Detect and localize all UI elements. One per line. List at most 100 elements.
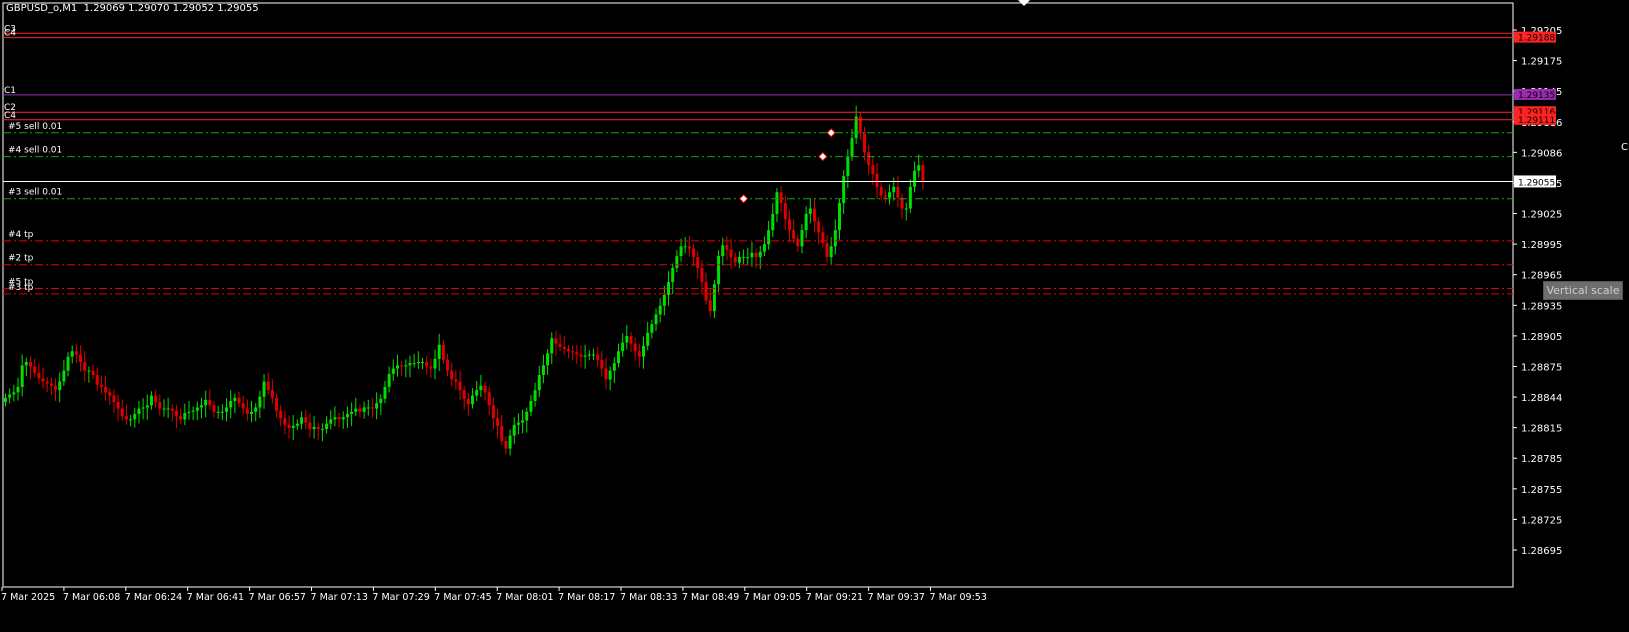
entry-marker-icon[interactable]	[738, 194, 749, 204]
candle-body	[129, 419, 133, 421]
candle-body	[667, 282, 671, 295]
candle-body	[375, 403, 379, 409]
time-tick-label: 7 Mar 06:24	[125, 592, 182, 603]
level-price-tag-label: 1.29135	[1518, 91, 1555, 101]
candle-body	[679, 246, 683, 257]
candle-body	[721, 245, 725, 257]
candle-body	[833, 230, 837, 247]
candle-body	[683, 246, 687, 248]
entry-marker-icon[interactable]	[818, 151, 828, 162]
candle-body	[229, 400, 233, 408]
candle-body	[162, 408, 166, 410]
candle-body	[608, 370, 612, 380]
candle-body	[762, 244, 766, 252]
candle-body	[758, 251, 762, 258]
candle-body	[796, 238, 800, 247]
candle-body	[529, 400, 533, 412]
candle-body	[295, 423, 299, 426]
candle-body	[558, 343, 562, 347]
candle-body	[462, 390, 466, 399]
candle-body	[600, 359, 604, 369]
candle-body	[383, 386, 387, 399]
candle-body	[591, 354, 595, 356]
candle-body	[66, 356, 70, 371]
candle-body	[391, 368, 395, 374]
candle-body	[725, 245, 729, 250]
candle-body	[704, 282, 708, 301]
candle-body	[612, 363, 616, 371]
candle-body	[533, 390, 537, 401]
candle-body	[87, 370, 91, 372]
candle-body	[487, 392, 491, 406]
candle-body	[863, 132, 867, 153]
chart-shift-marker-icon[interactable]	[1018, 0, 1030, 6]
candle-body	[479, 385, 483, 391]
candle-body	[304, 417, 308, 423]
candle-body	[258, 396, 262, 408]
level-label: C1	[4, 86, 16, 96]
candle-body	[283, 418, 287, 425]
candle-body	[625, 336, 629, 343]
candle-body	[425, 362, 429, 367]
candle-body	[70, 351, 74, 357]
candle-body	[199, 405, 203, 408]
candle-body	[108, 392, 112, 396]
price-tick-label: 1.28995	[1521, 240, 1562, 251]
price-tick-label: 1.28935	[1521, 301, 1562, 312]
candle-body	[646, 332, 650, 346]
time-tick-label: 7 Mar 09:53	[930, 592, 987, 603]
candle-body	[525, 411, 529, 421]
candle-body	[379, 398, 383, 404]
candle-body	[621, 342, 625, 352]
candle-body	[79, 354, 83, 363]
time-tick-label: 7 Mar 08:33	[620, 592, 677, 603]
candle-body	[358, 408, 362, 412]
edge-button[interactable]: C	[1621, 142, 1629, 158]
candle-body	[896, 186, 900, 198]
candle-body	[825, 243, 829, 258]
candle-body	[133, 413, 137, 420]
candle-body	[279, 410, 283, 419]
entry-marker-icon[interactable]	[826, 128, 836, 138]
candle-body	[904, 208, 908, 210]
candle-body	[287, 424, 291, 429]
candle-body	[24, 362, 28, 366]
candle-body	[717, 256, 721, 285]
candle-body	[817, 221, 821, 233]
candle-body	[20, 365, 24, 387]
candle-body	[250, 411, 254, 414]
candle-body	[496, 418, 500, 426]
candle-body	[370, 407, 374, 409]
candle-body	[416, 362, 420, 364]
time-tick-label: 7 Mar 08:01	[496, 592, 553, 603]
candle-body	[466, 398, 470, 405]
candle-body	[471, 395, 475, 405]
candle-body	[316, 426, 320, 430]
candle-body	[412, 363, 416, 365]
take-profit-label: #4 tp	[8, 230, 34, 240]
candle-body	[12, 392, 16, 395]
time-tick-label: 7 Mar 2025	[1, 592, 55, 603]
candle-body	[183, 412, 187, 420]
candle-body	[658, 305, 662, 315]
candle-body	[174, 410, 178, 417]
price-tick-label: 1.28755	[1521, 485, 1562, 496]
candle-body	[116, 402, 120, 409]
candle-body	[154, 395, 158, 403]
candle-body	[333, 417, 337, 420]
time-tick-label: 7 Mar 09:05	[744, 592, 801, 603]
candle-body	[329, 419, 333, 424]
chart-canvas[interactable]: 1.292051.291751.291451.291161.290861.290…	[0, 0, 1629, 632]
plot-frame	[2, 2, 1514, 588]
candle-body	[308, 422, 312, 430]
price-tick-label: 1.28725	[1521, 515, 1562, 526]
candle-body	[124, 416, 128, 420]
candle-body	[266, 381, 270, 391]
candle-body	[783, 203, 787, 220]
candle-body	[237, 397, 241, 404]
candle-body	[400, 365, 404, 367]
candle-body	[512, 424, 516, 436]
candle-body	[787, 219, 791, 231]
candle-body	[579, 354, 583, 357]
candle-body	[500, 425, 504, 441]
